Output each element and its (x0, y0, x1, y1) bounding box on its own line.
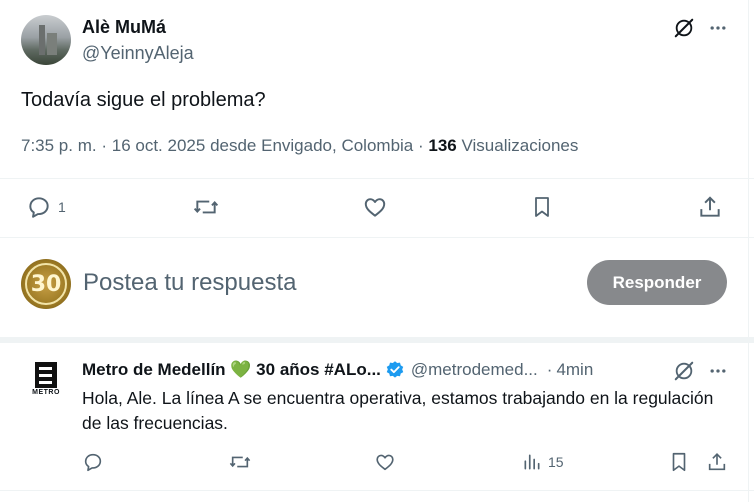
reply-text: Hola, Ale. La línea A se encuentra opera… (82, 388, 714, 433)
views-count: 15 (548, 454, 564, 470)
bookmark-icon[interactable] (668, 451, 690, 473)
like-icon[interactable] (374, 451, 396, 473)
author-name[interactable]: Alè MuMá (82, 15, 166, 39)
divider (0, 178, 754, 179)
verified-badge-icon (385, 360, 405, 380)
tweet-time[interactable]: 7:35 p. m. (21, 136, 97, 155)
author-avatar[interactable] (21, 15, 71, 65)
user-avatar[interactable]: 30 (21, 259, 71, 309)
separator-dot: · (546, 360, 553, 379)
tweet-date[interactable]: 16 oct. 2025 (112, 136, 206, 155)
column-border (748, 0, 749, 502)
more-options-icon[interactable] (706, 359, 730, 383)
avatar-label: 30 (30, 271, 62, 297)
separator-dot: · (101, 136, 108, 155)
tweet-text: Todavía sigue el problema? (21, 89, 266, 111)
divider (0, 490, 754, 491)
tweet-metadata: 7:35 p. m. · 16 oct. 2025 desde Envigado… (21, 134, 578, 158)
views-label[interactable]: Visualizaciones (462, 136, 579, 155)
reply-input[interactable]: Postea tu respuesta (83, 268, 563, 298)
reply-header: Metro de Medellín 💚 30 años #ALo... @met… (82, 358, 672, 382)
bookmark-icon[interactable] (530, 194, 554, 220)
like-icon[interactable] (362, 194, 388, 220)
grok-icon[interactable] (672, 16, 696, 40)
metro-logo-avatar[interactable]: METRO (28, 360, 64, 400)
reply-icon (26, 194, 52, 220)
share-icon[interactable] (706, 451, 728, 473)
tweet-location: desde Envigado, Colombia (210, 136, 414, 155)
share-icon[interactable] (697, 194, 723, 220)
divider (0, 237, 754, 238)
more-options-icon[interactable] (706, 16, 730, 40)
retweet-icon[interactable] (228, 451, 252, 473)
retweet-icon[interactable] (192, 194, 220, 220)
separator-dot: · (417, 136, 424, 155)
views-icon (522, 452, 542, 472)
reply-time[interactable]: 4min (556, 358, 593, 382)
views-button[interactable]: 15 (522, 451, 564, 473)
reply-submit-button[interactable]: Responder (587, 260, 727, 305)
reply-icon[interactable] (82, 451, 104, 473)
logo-text: METRO (32, 389, 60, 396)
section-divider (0, 337, 754, 343)
grok-icon[interactable] (672, 359, 696, 383)
views-count[interactable]: 136 (428, 136, 456, 155)
reply-button[interactable]: 1 (26, 194, 66, 220)
reply-author-name[interactable]: Metro de Medellín 💚 30 años #ALo... (82, 358, 381, 382)
reply-submit-label: Responder (612, 272, 702, 292)
reply-count: 1 (58, 199, 66, 215)
author-handle[interactable]: @YeinnyAleja (82, 41, 194, 65)
reply-input-placeholder: Postea tu respuesta (83, 269, 297, 296)
reply-author-handle[interactable]: @metrodemed... (411, 358, 538, 382)
